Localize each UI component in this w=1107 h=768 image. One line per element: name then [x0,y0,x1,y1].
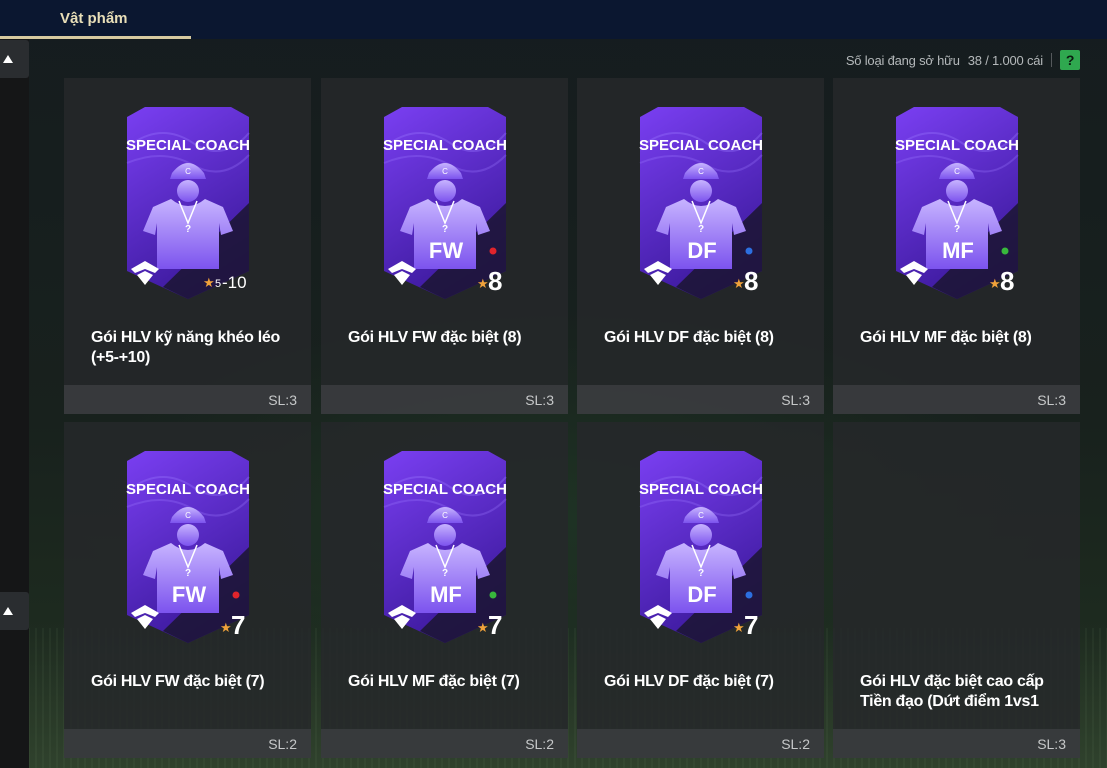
rating-value: 7 [231,610,245,640]
svg-text:C: C [442,511,448,520]
item-name: Gói HLV đặc biệt cao cấp Tiền đạo (Dứt đ… [860,673,1044,710]
position-dot [1001,247,1009,255]
item-name: Gói HLV DF đặc biệt (8) [604,329,774,346]
item-quantity: SL:3 [833,385,1080,414]
position-label: MF [430,582,462,607]
rating-value: 8 [1000,266,1014,296]
item-card[interactable]: SPECIAL COACH C ? FW ★ 7 Gói HLV FW đặc … [64,422,311,758]
rating-value: 8 [744,266,758,296]
star-icon: ★ [477,276,489,291]
svg-text:?: ? [954,224,960,235]
coach-pack-image: SPECIAL COACH C ? FW ★ 8 [380,103,510,300]
svg-text:?: ? [442,224,448,235]
coach-pack-image: SPECIAL COACH C ? MF ★ 7 [380,447,510,644]
help-button[interactable]: ? [1060,50,1080,70]
scroll-up-button[interactable] [0,40,29,78]
position-dot [489,247,497,255]
svg-text:C: C [442,167,448,176]
star-icon: ★ [989,276,1001,291]
pack-header: SPECIAL COACH [126,481,250,498]
tab-items[interactable]: Vật phẩm [0,0,191,39]
coach-pack-image: SPECIAL COACH C ? ★ 5 -10 [123,103,253,300]
coach-pack-image: SPECIAL COACH C ? DF ★ 8 [636,103,766,300]
item-card[interactable]: SPECIAL COACH C ? DF ★ 7 Gói HLV DF đặc … [577,422,824,758]
scroll-up-button-lower[interactable] [0,592,29,630]
position-dot [745,247,753,255]
item-card[interactable]: SPECIAL COACH C ? MF ★ 8 Gói HLV MF đặc … [833,78,1080,414]
star-icon: ★ [477,620,489,635]
item-name: Gói HLV kỹ năng khéo léo (+5-+10) [91,329,280,366]
item-quantity: SL:3 [577,385,824,414]
item-name: Gói HLV MF đặc biệt (8) [860,329,1032,346]
top-tab-bar: Vật phẩm [0,0,1107,39]
coach-pack-image: SPECIAL COACH C ? DF ★ 7 [636,447,766,644]
rating-value: -10 [222,273,247,292]
side-rail [0,39,29,768]
coach-pack-image: SPECIAL COACH C ? MF ★ 8 [892,103,1022,300]
position-label: FW [429,238,463,263]
item-name: Gói HLV FW đặc biệt (8) [348,329,522,346]
star-icon: ★ [220,620,232,635]
inventory-label: Số loại đang sở hữu [845,52,960,68]
pack-header: SPECIAL COACH [639,137,763,154]
pack-header: SPECIAL COACH [383,481,507,498]
item-name: Gói HLV MF đặc biệt (7) [348,673,520,690]
item-quantity: SL:3 [833,729,1080,758]
position-dot [489,591,497,599]
item-name: Gói HLV FW đặc biệt (7) [91,673,265,690]
inventory-count: 38 / 1.000 cái [967,52,1043,68]
divider [1051,53,1052,67]
position-dot [745,591,753,599]
position-label: FW [172,582,206,607]
star-icon: ★ [733,620,745,635]
svg-text:?: ? [698,224,704,235]
coach-pack-image: SPECIAL COACH C ? FW ★ 7 [123,447,253,644]
svg-text:?: ? [185,224,191,235]
position-label: DF [687,238,716,263]
item-quantity: SL:3 [64,385,311,414]
svg-text:?: ? [442,568,448,579]
rating-value: 7 [488,610,502,640]
item-card[interactable]: SPECIAL COACH C ? MF ★ 7 Gói HLV MF đặc … [321,422,568,758]
svg-text:C: C [698,511,704,520]
position-label: DF [687,582,716,607]
star-icon: ★ [733,276,745,291]
item-quantity: SL:2 [64,729,311,758]
item-card[interactable]: SPECIAL COACH C ? FW ★ 8 Gói HLV FW đặc … [321,78,568,414]
svg-text:?: ? [185,568,191,579]
pack-header: SPECIAL COACH [895,137,1019,154]
triangle-up-icon [2,55,13,63]
position-dot [232,591,240,599]
svg-text:C: C [698,167,704,176]
item-card[interactable]: SPECIAL COACH C ? DF ★ 8 Gói HLV DF đặc … [577,78,824,414]
item-card[interactable]: Gói HLV đặc biệt cao cấp Tiền đạo (Dứt đ… [833,422,1080,758]
item-quantity: SL:3 [321,385,568,414]
triangle-up-icon [2,607,13,615]
svg-text:?: ? [698,568,704,579]
svg-text:C: C [954,167,960,176]
item-quantity: SL:2 [577,729,824,758]
rating-value: 7 [744,610,758,640]
item-quantity: SL:2 [321,729,568,758]
position-label: MF [942,238,974,263]
svg-text:C: C [185,511,191,520]
pack-header: SPECIAL COACH [383,137,507,154]
rating-prefix: 5 [215,278,221,290]
pack-header: SPECIAL COACH [639,481,763,498]
inventory-summary: Số loại đang sở hữu 38 / 1.000 cái ? [846,50,1080,70]
item-card[interactable]: SPECIAL COACH C ? ★ 5 -10 Gói HLV kỹ năn… [64,78,311,414]
item-name: Gói HLV DF đặc biệt (7) [604,673,774,690]
pack-header: SPECIAL COACH [126,137,250,154]
svg-text:C: C [185,167,191,176]
star-icon: ★ [203,275,215,290]
rating-value: 8 [488,266,502,296]
